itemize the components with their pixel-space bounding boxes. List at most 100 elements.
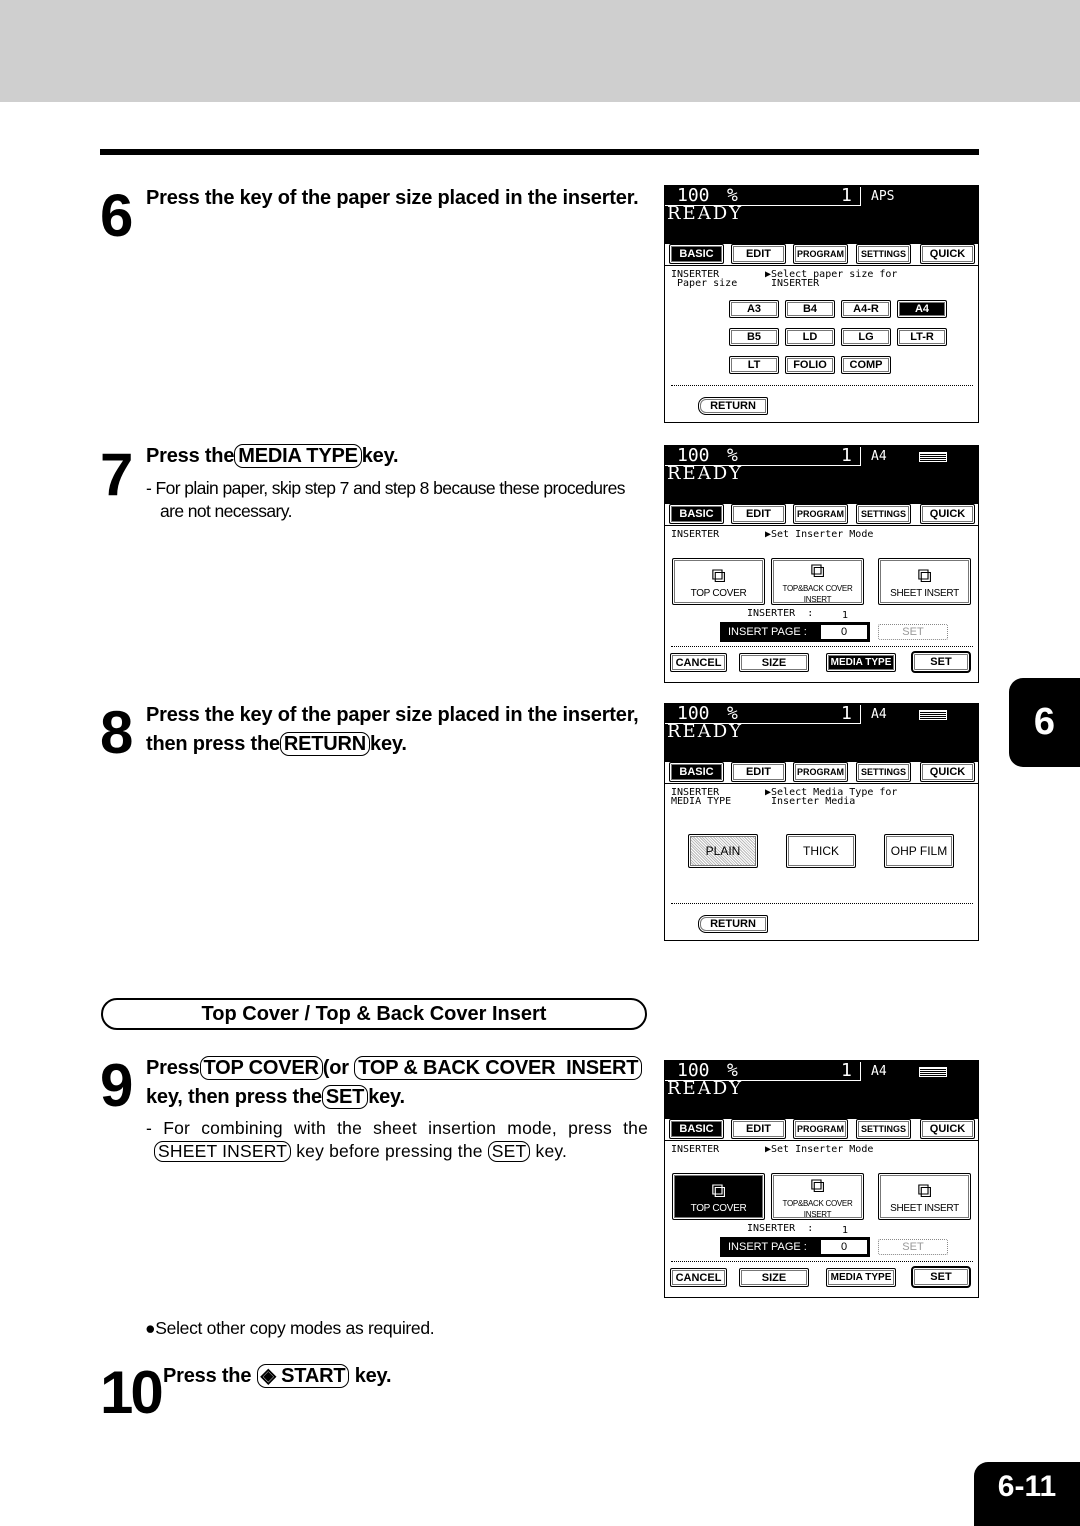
media-type-key: MEDIA TYPE — [234, 444, 362, 468]
divider — [671, 385, 973, 386]
lcd-status-area: 100% 1 A4 READY — [665, 704, 978, 762]
bullet-icon: ● — [145, 1318, 156, 1338]
step-heading: Press the MEDIA TYPE key. — [146, 442, 399, 471]
tab-divider — [665, 265, 978, 266]
tab-edit[interactable]: EDIT — [731, 244, 786, 264]
mode-button-top-cover[interactable]: ⧉ TOP COVER — [672, 558, 765, 605]
tab-quick[interactable]: QUICK — [920, 244, 975, 264]
media-button-plain[interactable]: PLAIN — [688, 834, 758, 868]
tab-divider — [665, 1140, 978, 1141]
copy-count: 1 — [841, 703, 852, 724]
insert-page-field[interactable]: INSERT PAGE : 0 — [720, 1237, 870, 1257]
tab-edit[interactable]: EDIT — [731, 504, 786, 524]
tab-edit[interactable]: EDIT — [731, 1119, 786, 1139]
tab-settings[interactable]: SETTINGS — [856, 1119, 911, 1139]
insert-page-value: 0 — [821, 625, 867, 639]
tab-program[interactable]: PROGRAM — [793, 762, 848, 782]
mode-button-top-back-cover-insert[interactable]: ⧉ TOP&BACK COVER INSERT — [771, 558, 864, 605]
text: - For combining with the sheet insertion… — [146, 1118, 648, 1138]
tab-quick[interactable]: QUICK — [920, 762, 975, 782]
text: key before pressing the — [296, 1141, 483, 1161]
paper-size-button-comp[interactable]: COMP — [841, 356, 891, 374]
paper-size-button-lt-r[interactable]: LT-R — [897, 328, 947, 346]
page-number: 6-11 — [974, 1462, 1080, 1526]
top-cover-key: TOP COVER — [199, 1056, 323, 1080]
info-left: INSERTER — [671, 529, 720, 540]
paper-size-button-a3[interactable]: A3 — [729, 300, 779, 318]
paper-size-indicator: A4 — [871, 449, 887, 464]
return-button[interactable]: RETURN — [698, 915, 768, 933]
lcd-status-area: 100% 1 A4 READY — [665, 446, 978, 504]
paper-size-button-b5[interactable]: B5 — [729, 328, 779, 346]
media-type-button[interactable]: MEDIA TYPE — [826, 653, 896, 672]
tab-edit[interactable]: EDIT — [731, 762, 786, 782]
cancel-button[interactable]: CANCEL — [670, 653, 727, 672]
tab-settings[interactable]: SETTINGS — [856, 762, 911, 782]
diamond-start-icon: ◈ — [260, 1365, 276, 1387]
step-number: 9 — [100, 1052, 133, 1119]
divider — [671, 903, 973, 904]
tab-settings[interactable]: SETTINGS — [856, 244, 911, 264]
media-type-button[interactable]: MEDIA TYPE — [826, 1268, 896, 1287]
mode-label: TOP COVER — [690, 588, 747, 599]
status-text: READY — [667, 1078, 744, 1099]
inserter-label: INSERTER : — [747, 608, 814, 619]
tab-basic[interactable]: BASIC — [669, 762, 724, 782]
tab-quick[interactable]: QUICK — [920, 504, 975, 524]
tab-program[interactable]: PROGRAM — [793, 504, 848, 524]
tab-basic[interactable]: BASIC — [669, 244, 724, 264]
text: (or — [322, 1057, 349, 1079]
step-heading: Press TOP COVER (or TOP & BACK COVER INSER… — [146, 1054, 643, 1112]
tab-settings[interactable]: SETTINGS — [856, 504, 911, 524]
paper-size-button-lg[interactable]: LG — [841, 328, 891, 346]
tab-divider — [665, 525, 978, 526]
lcd-panel-inserter-mode: 100% 1 A4 READY BASIC EDIT PROGRAM SETTINGS QUIC… — [664, 445, 979, 683]
tab-basic[interactable]: BASIC — [669, 504, 724, 524]
set-key: SET — [321, 1085, 369, 1109]
tab-program[interactable]: PROGRAM — [793, 1119, 848, 1139]
insert-page-field[interactable]: INSERT PAGE : 0 — [720, 622, 870, 642]
mode-button-sheet-insert[interactable]: ⧉ SHEET INSERT — [878, 1173, 971, 1220]
lcd-panel-media-type: 100% 1 A4 READY BASIC EDIT PROGRAM SETTINGS QUIC… — [664, 703, 979, 941]
step-number: 7 — [100, 441, 133, 508]
mode-label: TOP&BACK COVER INSERT — [782, 583, 853, 604]
mode-button-top-back-cover-insert[interactable]: ⧉ TOP&BACK COVER INSERT — [771, 1173, 864, 1220]
size-button[interactable]: SIZE — [739, 653, 809, 672]
copy-count: 1 — [841, 1060, 852, 1081]
return-button[interactable]: RETURN — [698, 397, 768, 415]
lcd-status-area: 100% 1 A4 READY — [665, 1061, 978, 1119]
paper-size-button-a4[interactable]: A4 — [897, 300, 947, 318]
insert-page-label: INSERT PAGE : — [728, 626, 807, 638]
paper-size-button-lt[interactable]: LT — [729, 356, 779, 374]
set-button[interactable]: SET — [911, 651, 971, 673]
top-rule — [100, 149, 979, 155]
media-button-ohp-film[interactable]: OHP FILM — [884, 834, 954, 868]
paper-tray-icon — [919, 452, 947, 462]
copy-count: 1 — [841, 445, 852, 466]
step-number: 6 — [100, 182, 133, 249]
document-icon: ⧉ — [711, 1180, 726, 1202]
step-heading: Press the ◈ START key. — [163, 1362, 392, 1391]
paper-size-indicator: A4 — [871, 1064, 887, 1079]
paper-size-button-a4-r[interactable]: A4-R — [841, 300, 891, 318]
step-number: 10 — [100, 1359, 164, 1426]
tab-program[interactable]: PROGRAM — [793, 244, 848, 264]
size-button[interactable]: SIZE — [739, 1268, 809, 1287]
cancel-button[interactable]: CANCEL — [670, 1268, 727, 1287]
mode-button-top-cover[interactable]: ⧉ TOP COVER — [672, 1173, 765, 1220]
media-button-thick[interactable]: THICK — [786, 834, 856, 868]
set-button[interactable]: SET — [911, 1266, 971, 1288]
paper-size-button-b4[interactable]: B4 — [785, 300, 835, 318]
tab-basic[interactable]: BASIC — [669, 1119, 724, 1139]
inserter-value: 1 — [842, 610, 849, 621]
tab-quick[interactable]: QUICK — [920, 1119, 975, 1139]
document-icon: ⧉ — [917, 1180, 932, 1202]
document-icon: ⧉ — [810, 559, 825, 582]
mode-button-sheet-insert[interactable]: ⧉ SHEET INSERT — [878, 558, 971, 605]
paper-size-button-ld[interactable]: LD — [785, 328, 835, 346]
start-key: ◈ START — [256, 1364, 350, 1388]
info-right: ▶Set Inserter Mode — [765, 529, 874, 540]
paper-tray-icon — [919, 710, 947, 720]
text: key. — [354, 1365, 392, 1387]
paper-size-button-folio[interactable]: FOLIO — [785, 356, 835, 374]
